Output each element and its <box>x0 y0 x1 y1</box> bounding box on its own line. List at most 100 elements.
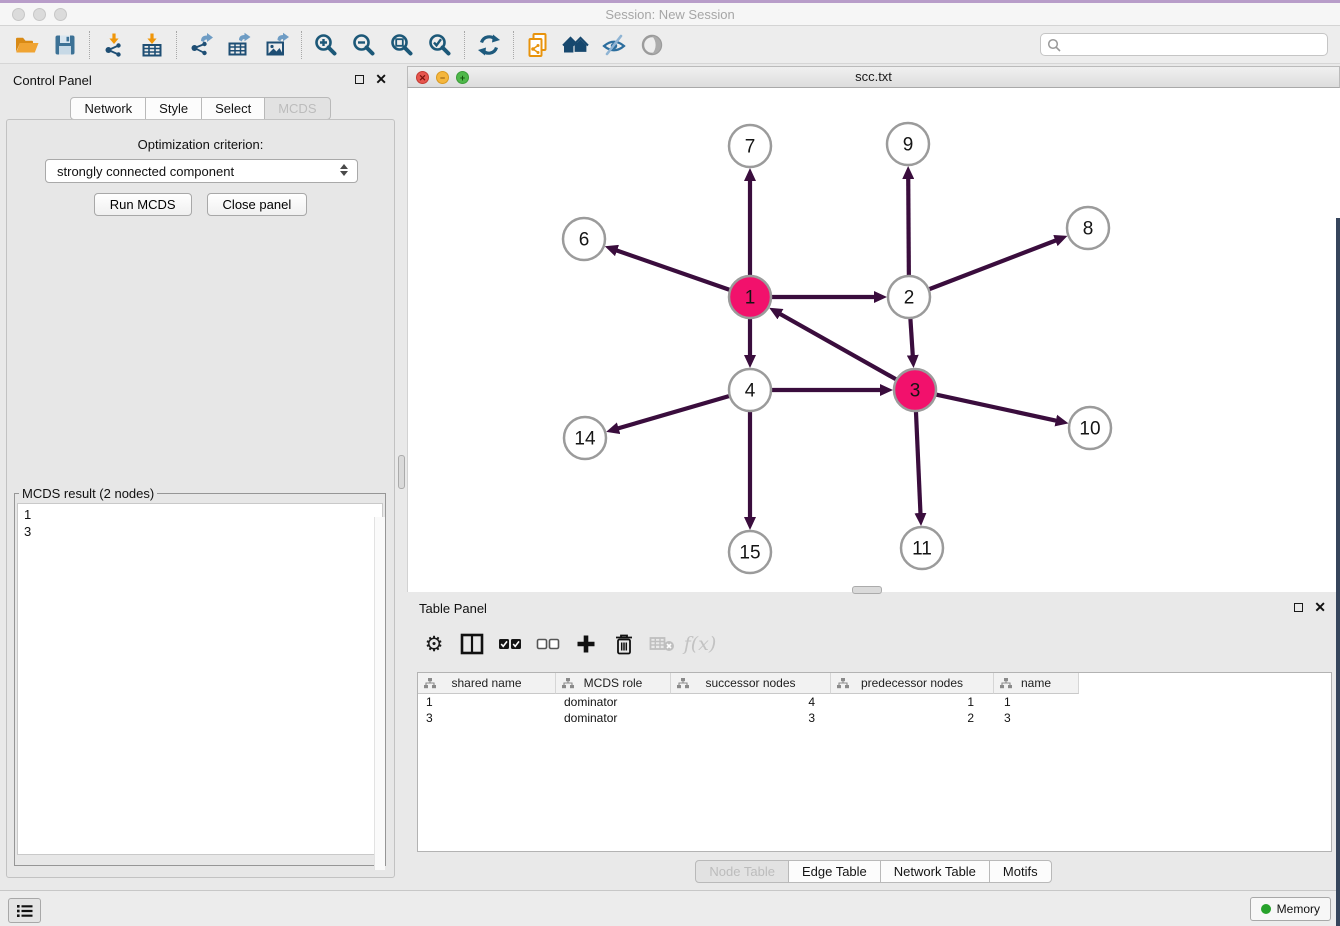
table-cell[interactable]: dominator <box>556 711 671 725</box>
zoom-fit-button[interactable] <box>383 29 421 61</box>
dropdown-chevrons-icon <box>340 164 348 176</box>
select-all-columns-button[interactable] <box>495 629 525 659</box>
desktop-background-sliver <box>1336 218 1340 926</box>
graph-node-label-2: 2 <box>904 288 915 309</box>
columns-icon <box>460 633 484 655</box>
export-network-button[interactable] <box>182 29 220 61</box>
close-panel-button[interactable]: Close panel <box>207 193 308 216</box>
list-icon <box>16 904 34 918</box>
delete-table-button[interactable] <box>647 629 677 659</box>
close-table-panel-icon[interactable]: ✕ <box>1314 602 1326 612</box>
graph-edge-3-10[interactable] <box>936 395 1057 421</box>
graph-edge-4-14[interactable] <box>618 396 730 428</box>
graph-edge-3-11[interactable] <box>916 411 921 514</box>
table-cell[interactable]: 3 <box>418 711 556 725</box>
float-table-panel-icon[interactable] <box>1294 603 1303 612</box>
import-network-icon <box>101 32 127 58</box>
export-image-icon <box>264 32 290 58</box>
home-layout-button[interactable] <box>557 29 595 61</box>
tab-style[interactable]: Style <box>145 97 202 120</box>
table-cell[interactable]: 1 <box>418 695 556 709</box>
tab-edge-table[interactable]: Edge Table <box>788 860 881 883</box>
import-table-button[interactable] <box>133 29 171 61</box>
table-cell[interactable]: 2 <box>831 711 994 725</box>
zoom-selected-button[interactable] <box>421 29 459 61</box>
result-scrollbar[interactable] <box>374 517 385 870</box>
tab-network-table[interactable]: Network Table <box>880 860 990 883</box>
tab-node-table[interactable]: Node Table <box>695 860 789 883</box>
zoom-out-icon <box>351 32 377 58</box>
maximize-network-icon[interactable]: + <box>456 71 469 84</box>
deselect-all-columns-button[interactable] <box>533 629 563 659</box>
table-cell[interactable]: dominator <box>556 695 671 709</box>
graph-edge-2-3[interactable] <box>910 318 912 356</box>
graph-edge-1-6[interactable] <box>616 250 730 290</box>
column-header-name[interactable]: name <box>994 673 1079 694</box>
close-network-icon[interactable]: ✕ <box>416 71 429 84</box>
save-session-button[interactable] <box>46 29 84 61</box>
network-graph[interactable]: 7968124314101511 <box>408 88 1339 590</box>
open-session-button[interactable] <box>8 29 46 61</box>
column-type-icon <box>837 678 849 689</box>
export-table-icon <box>226 32 252 58</box>
column-header-successor-nodes[interactable]: successor nodes <box>671 673 831 694</box>
table-row[interactable]: 3dominator323 <box>418 710 1331 726</box>
import-network-button[interactable] <box>95 29 133 61</box>
graph-node-label-10: 10 <box>1079 419 1100 440</box>
save-floppy-icon <box>52 32 78 58</box>
function-builder-button[interactable]: f(x) <box>685 629 715 659</box>
close-panel-icon[interactable]: ✕ <box>375 74 387 84</box>
hide-selected-button[interactable] <box>595 29 633 61</box>
zoom-out-button[interactable] <box>345 29 383 61</box>
tab-network[interactable]: Network <box>70 97 146 120</box>
mcds-result-text[interactable]: 1 3 <box>17 503 383 855</box>
column-header-MCDS-role[interactable]: MCDS role <box>556 673 671 694</box>
table-settings-button[interactable]: ⚙ <box>419 629 449 659</box>
export-table-button[interactable] <box>220 29 258 61</box>
table-cell[interactable]: 4 <box>671 695 831 709</box>
minimize-network-icon[interactable]: − <box>436 71 449 84</box>
vertical-splitter-grip[interactable] <box>398 455 405 489</box>
gear-icon: ⚙ <box>425 634 444 655</box>
tab-motifs[interactable]: Motifs <box>989 860 1052 883</box>
graph-edge-2-9[interactable] <box>908 178 909 276</box>
search-input[interactable] <box>1065 37 1321 53</box>
toolbar-separator <box>176 31 177 59</box>
table-cell[interactable]: 3 <box>994 711 1079 725</box>
toolbar-separator <box>301 31 302 59</box>
table-cell[interactable]: 3 <box>671 711 831 725</box>
zoom-selected-icon <box>427 32 453 58</box>
table-row[interactable]: 1dominator411 <box>418 694 1331 710</box>
clone-network-button[interactable] <box>519 29 557 61</box>
criterion-dropdown[interactable]: strongly connected component <box>45 159 358 183</box>
memory-button[interactable]: Memory <box>1250 897 1331 921</box>
refresh-layout-button[interactable] <box>470 29 508 61</box>
show-columns-button[interactable] <box>457 629 487 659</box>
export-network-icon <box>188 32 214 58</box>
mcds-result-group: MCDS result (2 nodes) 1 3 <box>14 486 386 866</box>
graph-node-label-9: 9 <box>903 135 914 156</box>
search-field[interactable] <box>1040 33 1328 56</box>
column-header-shared-name[interactable]: shared name <box>418 673 556 694</box>
export-image-button[interactable] <box>258 29 296 61</box>
network-canvas[interactable]: 7968124314101511 <box>407 88 1340 592</box>
delete-column-button[interactable] <box>609 629 639 659</box>
show-panels-button[interactable] <box>8 898 41 923</box>
graph-edge-3-1[interactable] <box>780 314 897 380</box>
show-all-button[interactable] <box>633 29 671 61</box>
tab-select[interactable]: Select <box>201 97 265 120</box>
run-mcds-button[interactable]: Run MCDS <box>94 193 192 216</box>
table-cell[interactable]: 1 <box>994 695 1079 709</box>
horizontal-splitter-grip[interactable] <box>852 586 882 594</box>
graph-edge-2-8[interactable] <box>929 240 1056 289</box>
network-window-title: scc.txt <box>408 67 1339 87</box>
table-cell[interactable]: 1 <box>831 695 994 709</box>
mcds-result-title: MCDS result (2 nodes) <box>19 486 157 501</box>
column-header-predecessor-nodes[interactable]: predecessor nodes <box>831 673 994 694</box>
zoom-in-button[interactable] <box>307 29 345 61</box>
tab-mcds[interactable]: MCDS <box>264 97 330 120</box>
search-icon <box>1047 38 1061 52</box>
create-column-button[interactable] <box>571 629 601 659</box>
graph-node-label-15: 15 <box>739 543 760 564</box>
float-panel-icon[interactable] <box>355 75 364 84</box>
